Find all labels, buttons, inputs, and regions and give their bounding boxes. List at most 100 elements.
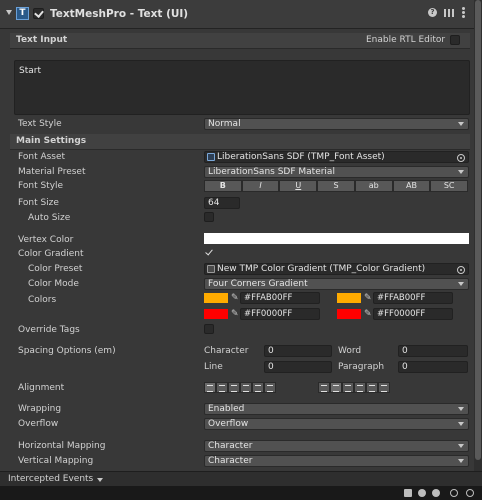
collab-icon[interactable] (404, 489, 412, 497)
horizontal-mapping-value: Character (208, 441, 253, 451)
material-preset-dropdown[interactable]: LiberationSans SDF Material (204, 166, 469, 178)
horizontal-mapping-dropdown[interactable]: Character (204, 440, 469, 452)
color-gradient-checkbox[interactable] (204, 247, 214, 258)
color-mode-dropdown[interactable]: Four Corners Gradient (204, 278, 469, 290)
wrapping-value: Enabled (208, 404, 245, 414)
vertical-mapping-dropdown[interactable]: Character (204, 455, 469, 467)
bottom-right-color-hex[interactable]: #FF0000FF (373, 308, 453, 320)
object-picker-icon[interactable] (457, 154, 465, 162)
align-capline-icon (381, 385, 387, 392)
align-right-button[interactable] (228, 382, 240, 393)
top-right-color-hex[interactable]: #FFAB00FF (373, 292, 453, 304)
underline-button[interactable]: U (279, 180, 318, 192)
eyedropper-icon[interactable]: ✎ (231, 309, 239, 319)
auto-size-checkbox[interactable] (204, 212, 214, 222)
enable-component-checkbox[interactable] (33, 8, 44, 19)
intercepted-events-label[interactable]: Intercepted Events (8, 474, 93, 484)
component-menu-icon[interactable] (462, 6, 465, 18)
eyedropper-icon[interactable]: ✎ (364, 293, 372, 303)
align-justified-button[interactable] (240, 382, 252, 393)
smallcaps-button[interactable]: SC (430, 180, 469, 192)
bottom-left-color-hex[interactable]: #FF0000FF (240, 308, 320, 320)
vertical-scrollbar[interactable] (474, 0, 482, 472)
help-icon[interactable]: ? (428, 8, 437, 17)
intercepted-events-arrow-icon[interactable] (97, 478, 103, 482)
align-left-button[interactable] (204, 382, 216, 393)
bold-button[interactable]: B (204, 180, 242, 192)
spacing-options-label: Spacing Options (em) (18, 346, 116, 356)
object-picker-icon[interactable] (457, 266, 465, 274)
align-flush-button[interactable] (252, 382, 264, 393)
preset-settings-icon[interactable] (444, 8, 454, 17)
align-justified-icon (243, 385, 249, 392)
dropdown-arrow-icon (458, 170, 464, 174)
character-spacing-label: Character (204, 346, 249, 356)
lowercase-button[interactable]: ab (354, 180, 393, 192)
align-midline-button[interactable] (366, 382, 378, 393)
bottom-left-color-swatch[interactable] (204, 309, 228, 319)
vertex-color-field[interactable] (204, 233, 469, 244)
word-spacing-field[interactable]: 0 (398, 345, 468, 357)
line-spacing-field[interactable]: 0 (264, 361, 332, 373)
overflow-dropdown[interactable]: Overflow (204, 418, 469, 430)
font-style-label: Font Style (18, 181, 64, 191)
font-size-value: 64 (208, 198, 220, 208)
wrapping-dropdown[interactable]: Enabled (204, 403, 469, 415)
override-tags-checkbox[interactable] (204, 324, 214, 334)
bottom-right-color-swatch[interactable] (337, 309, 361, 319)
dropdown-arrow-icon (458, 422, 464, 426)
text-style-value: Normal (208, 119, 241, 129)
vertical-mapping-value: Character (208, 456, 253, 466)
font-size-label: Font Size (18, 198, 59, 208)
vertical-mapping-label: Vertical Mapping (18, 456, 94, 466)
top-left-color-hex[interactable]: #FFAB00FF (240, 292, 320, 304)
paragraph-spacing-field[interactable]: 0 (398, 361, 468, 373)
align-center-button[interactable] (216, 382, 228, 393)
eyedropper-icon[interactable]: ✎ (364, 309, 372, 319)
text-input-area[interactable]: Start (14, 60, 470, 115)
eyedropper-icon[interactable]: ✎ (231, 293, 239, 303)
align-bottom-icon (345, 385, 351, 392)
account-icon[interactable] (432, 489, 440, 497)
character-spacing-field[interactable]: 0 (264, 345, 332, 357)
uppercase-button[interactable]: AB (392, 180, 431, 192)
line-spacing-label: Line (204, 362, 223, 372)
color-preset-field[interactable]: New TMP Color Gradient (TMP_Color Gradie… (204, 263, 469, 275)
font-size-field[interactable]: 64 (204, 197, 240, 209)
paragraph-spacing-value: 0 (402, 362, 408, 372)
font-asset-field[interactable]: LiberationSans SDF (TMP_Font Asset) (204, 151, 469, 163)
font-asset-label: Font Asset (18, 152, 66, 162)
align-geometry-center-button[interactable] (264, 382, 276, 393)
settings-icon[interactable] (466, 489, 474, 497)
align-top-button[interactable] (318, 382, 330, 393)
color-hex-value: #FF0000FF (244, 309, 293, 319)
dropdown-arrow-icon (458, 122, 464, 126)
align-bottom-button[interactable] (342, 382, 354, 393)
align-middle-icon (333, 385, 339, 392)
color-hex-value: #FFAB00FF (244, 293, 293, 303)
override-tags-label: Override Tags (18, 325, 80, 335)
vertex-color-label: Vertex Color (18, 235, 74, 245)
align-middle-button[interactable] (330, 382, 342, 393)
text-style-dropdown[interactable]: Normal (204, 118, 469, 130)
vertical-alignment-group (318, 382, 390, 393)
align-baseline-button[interactable] (354, 382, 366, 393)
word-spacing-label: Word (338, 346, 362, 356)
rtl-editor-checkbox[interactable] (450, 35, 460, 45)
character-spacing-value: 0 (268, 346, 274, 356)
main-settings-section: Main Settings (10, 134, 470, 150)
horizontal-mapping-label: Horizontal Mapping (18, 441, 106, 451)
progress-check-icon[interactable] (450, 489, 458, 497)
align-capline-button[interactable] (378, 382, 390, 393)
top-left-color-swatch[interactable] (204, 293, 228, 303)
scrollbar-thumb[interactable] (475, 0, 481, 460)
text-input-section: Text Input Enable RTL Editor (10, 33, 470, 49)
foldout-arrow-icon[interactable] (6, 10, 12, 15)
cloud-icon[interactable] (418, 489, 426, 497)
top-right-color-swatch[interactable] (337, 293, 361, 303)
component-header: T TextMeshPro - Text (UI) ? (0, 0, 482, 29)
align-geometry-center-icon (267, 385, 273, 392)
italic-button[interactable]: I (241, 180, 280, 192)
strikethrough-button[interactable]: S (317, 180, 355, 192)
colors-label: Colors (28, 295, 57, 305)
